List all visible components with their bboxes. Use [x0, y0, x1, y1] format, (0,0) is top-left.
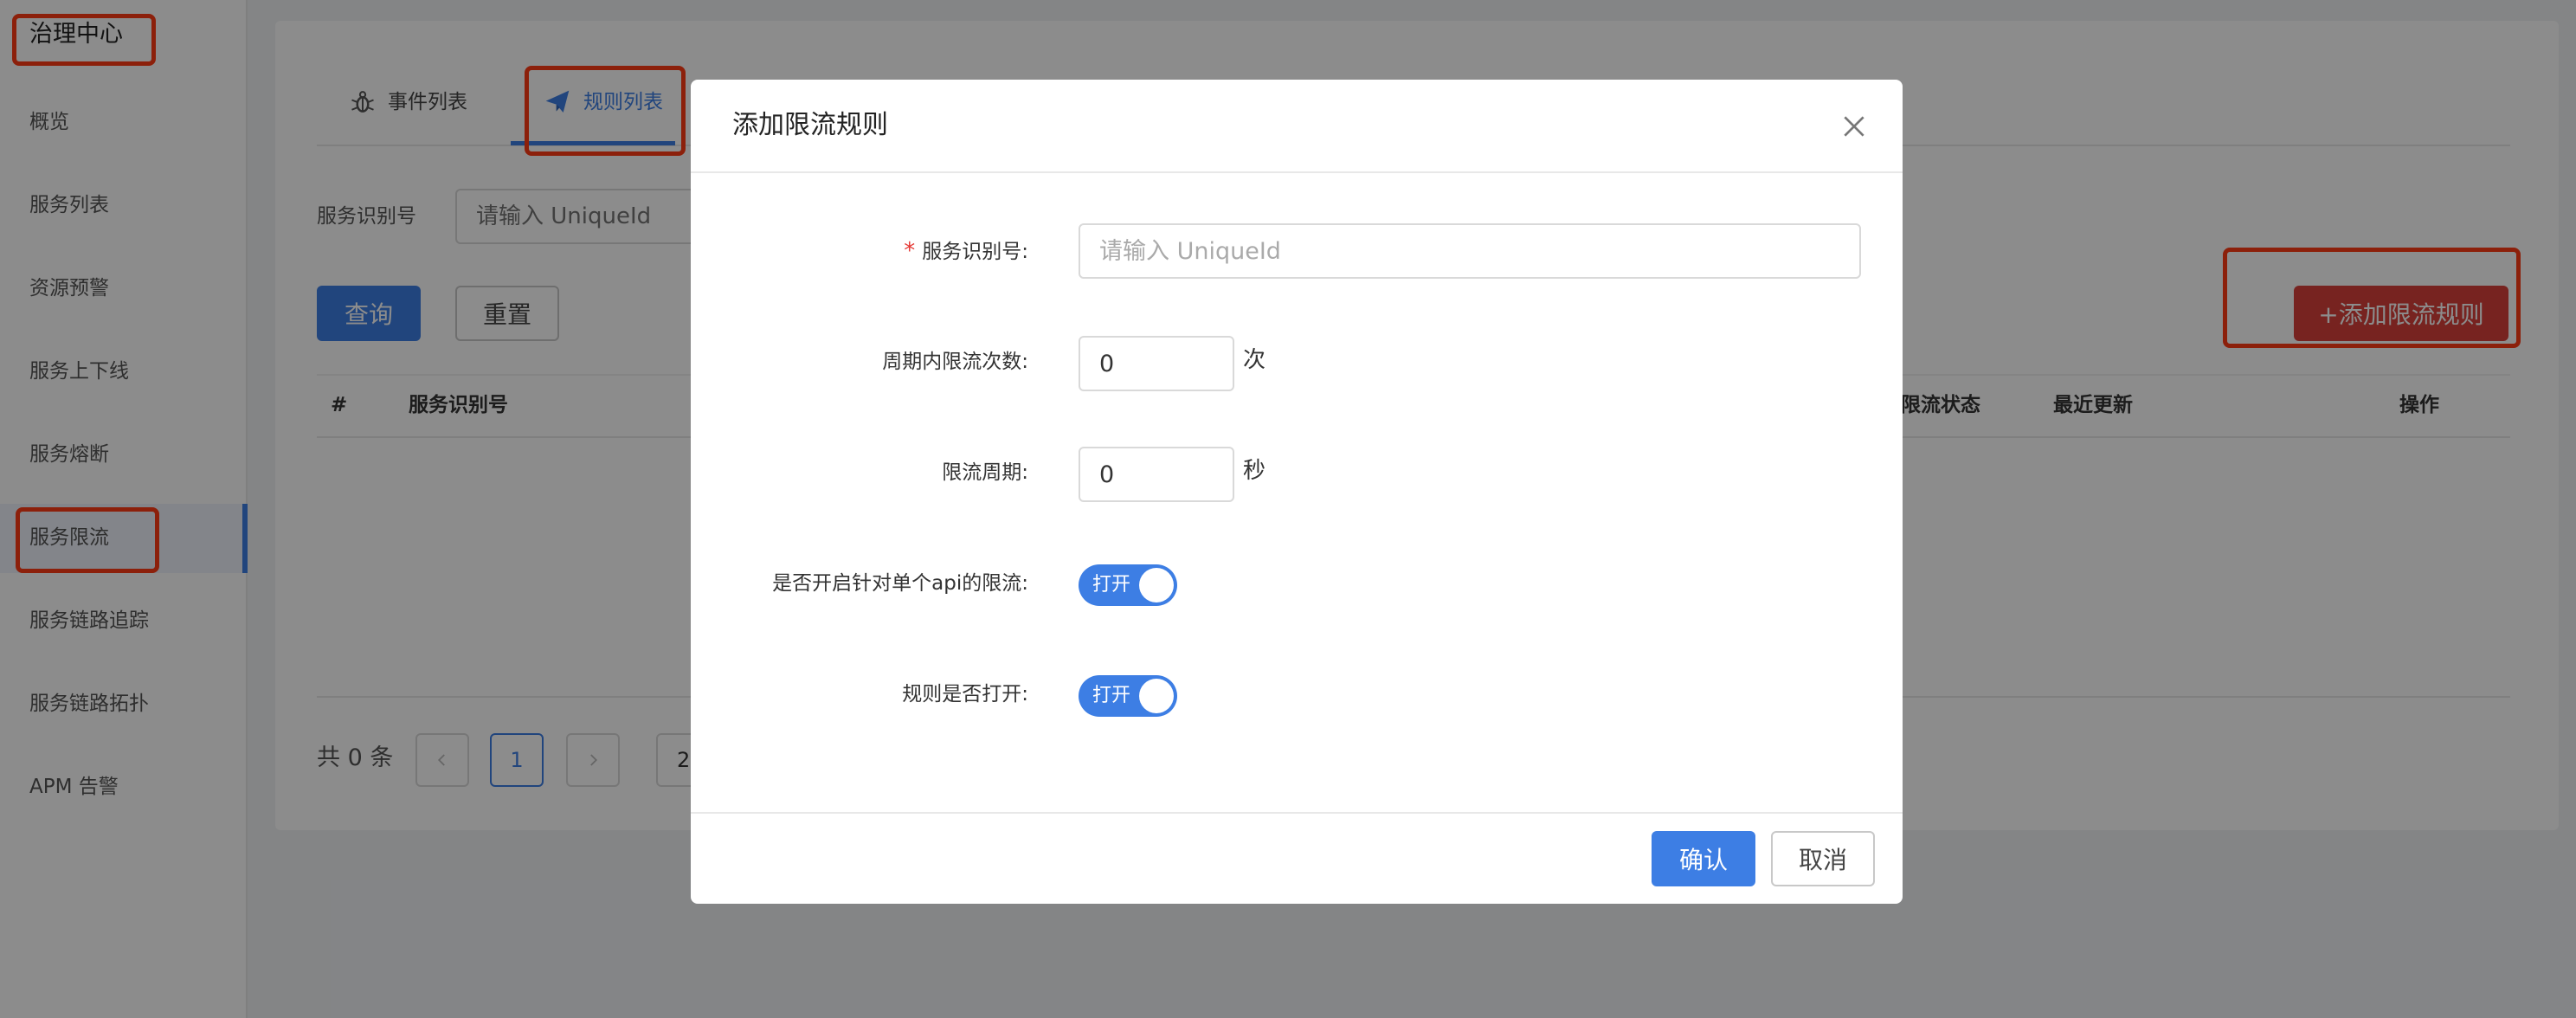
per-api-limit-label: 是否开启针对单个api的限流:	[772, 572, 1028, 595]
rule-enabled-switch-text: 打开	[1092, 685, 1131, 706]
cancel-button[interactable]: 取消	[1771, 831, 1875, 886]
rule-enabled-switch[interactable]: 打开	[1079, 675, 1177, 717]
switch-knob	[1139, 568, 1174, 602]
service-id-label: * 服务识别号:	[904, 238, 1028, 264]
limit-period-unit: 秒	[1243, 458, 1266, 484]
limit-count-input[interactable]	[1079, 336, 1234, 391]
limit-period-input[interactable]	[1079, 447, 1234, 502]
modal-footer: 确认 取消	[691, 812, 1903, 904]
required-asterisk: *	[904, 238, 916, 264]
limit-period-label: 限流周期:	[942, 461, 1028, 484]
limit-count-unit: 次	[1243, 347, 1266, 373]
rule-enabled-label: 规则是否打开:	[902, 683, 1028, 706]
modal-title: 添加限流规则	[732, 110, 888, 140]
limit-count-label: 周期内限流次数:	[882, 351, 1028, 373]
confirm-button[interactable]: 确认	[1652, 831, 1755, 886]
modal-header: 添加限流规则	[691, 80, 1903, 173]
per-api-switch-text: 打开	[1092, 574, 1131, 596]
close-icon[interactable]	[1840, 113, 1868, 140]
service-id-input[interactable]	[1079, 223, 1861, 279]
switch-knob	[1139, 679, 1174, 713]
per-api-limit-switch[interactable]: 打开	[1079, 564, 1177, 606]
add-rule-modal: 添加限流规则 *服务识别号: 周期内限流次数: 次 限流周期: 秒 是否开启针对…	[691, 80, 1903, 904]
